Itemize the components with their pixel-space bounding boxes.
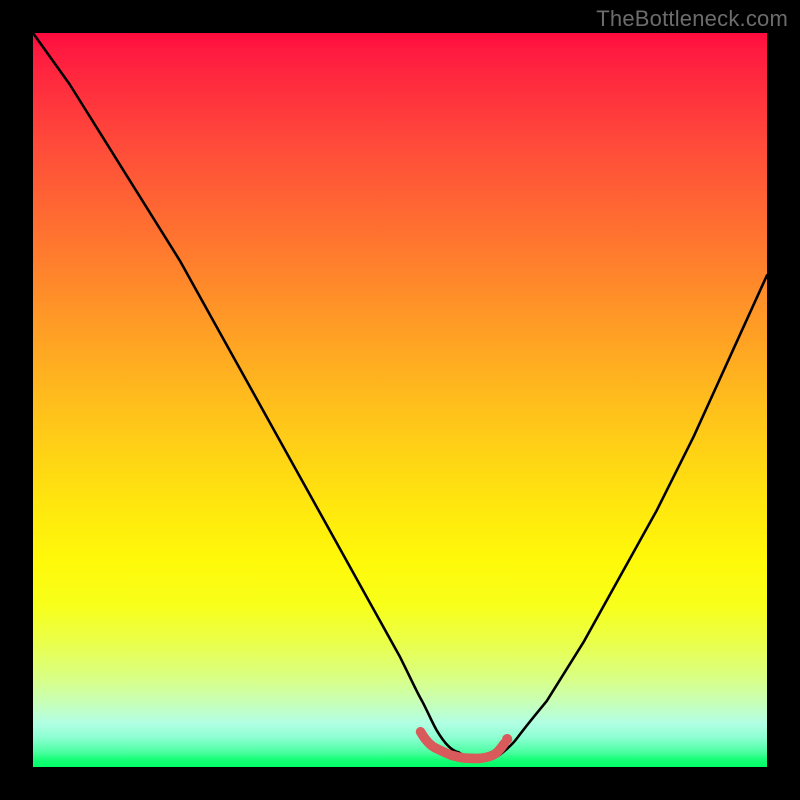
optimal-range-marker: [421, 732, 505, 759]
bottleneck-curve: [33, 33, 767, 760]
curve-layer: [33, 33, 767, 767]
watermark-text: TheBottleneck.com: [596, 6, 788, 32]
chart-frame: TheBottleneck.com: [0, 0, 800, 800]
plot-area: [33, 33, 767, 767]
optimal-range-end-dot: [502, 734, 512, 744]
